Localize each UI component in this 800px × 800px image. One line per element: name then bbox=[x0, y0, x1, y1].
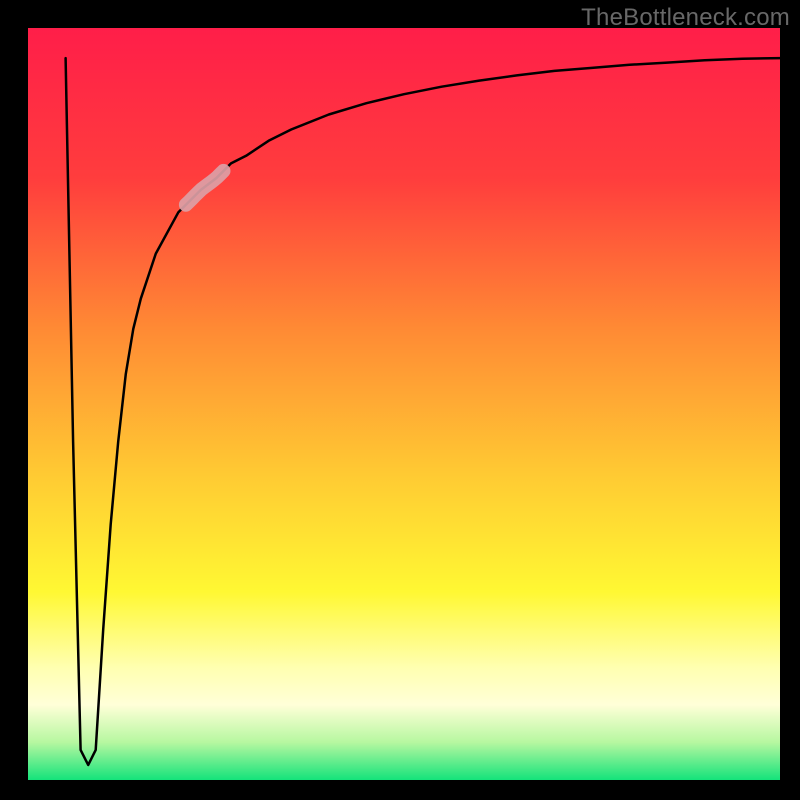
chart-svg bbox=[0, 0, 800, 800]
chart-container: TheBottleneck.com bbox=[0, 0, 800, 800]
watermark-label: TheBottleneck.com bbox=[581, 4, 790, 32]
chart-plot-area bbox=[28, 28, 780, 780]
